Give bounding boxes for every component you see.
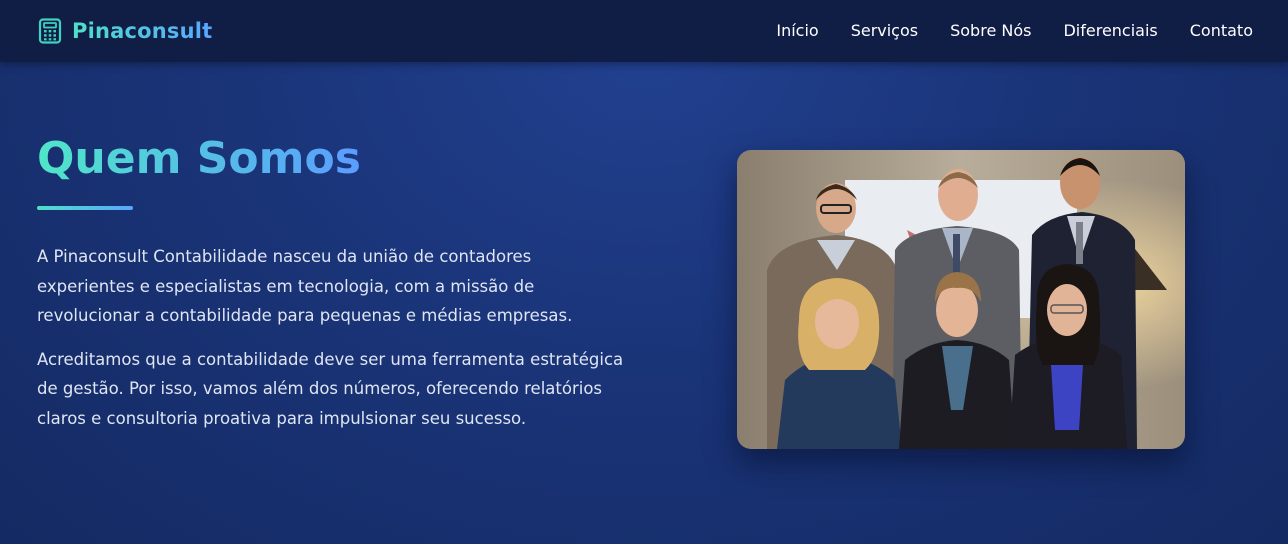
nav-link-sobre-nos[interactable]: Sobre Nós [950, 21, 1031, 40]
team-photo [737, 150, 1185, 449]
brand-name: Pinaconsult [72, 19, 213, 43]
team-photo-illustration [737, 150, 1185, 449]
calculator-icon [38, 18, 62, 44]
nav-item-servicos: Serviços [851, 21, 918, 41]
section-title: Quem Somos [37, 133, 361, 184]
nav-item-contato: Contato [1190, 21, 1253, 41]
about-section: Quem Somos A Pinaconsult Contabilidade n… [37, 132, 637, 433]
main-nav: Início Serviços Sobre Nós Diferenciais C… [776, 21, 1253, 41]
nav-item-diferenciais: Diferenciais [1063, 21, 1157, 41]
nav-link-servicos[interactable]: Serviços [851, 21, 918, 40]
nav-link-contato[interactable]: Contato [1190, 21, 1253, 40]
about-paragraph-2: Acreditamos que a contabilidade deve ser… [37, 349, 624, 428]
navbar: Pinaconsult Início Serviços Sobre Nós Di… [0, 0, 1288, 62]
about-paragraph-1: A Pinaconsult Contabilidade nasceu da un… [37, 247, 573, 325]
nav-item-inicio: Início [776, 21, 818, 41]
brand-logo[interactable]: Pinaconsult [38, 18, 212, 44]
title-underline [37, 206, 133, 210]
nav-link-inicio[interactable]: Início [776, 21, 818, 40]
nav-item-sobre-nos: Sobre Nós [950, 21, 1031, 41]
nav-link-diferenciais[interactable]: Diferenciais [1063, 21, 1157, 40]
